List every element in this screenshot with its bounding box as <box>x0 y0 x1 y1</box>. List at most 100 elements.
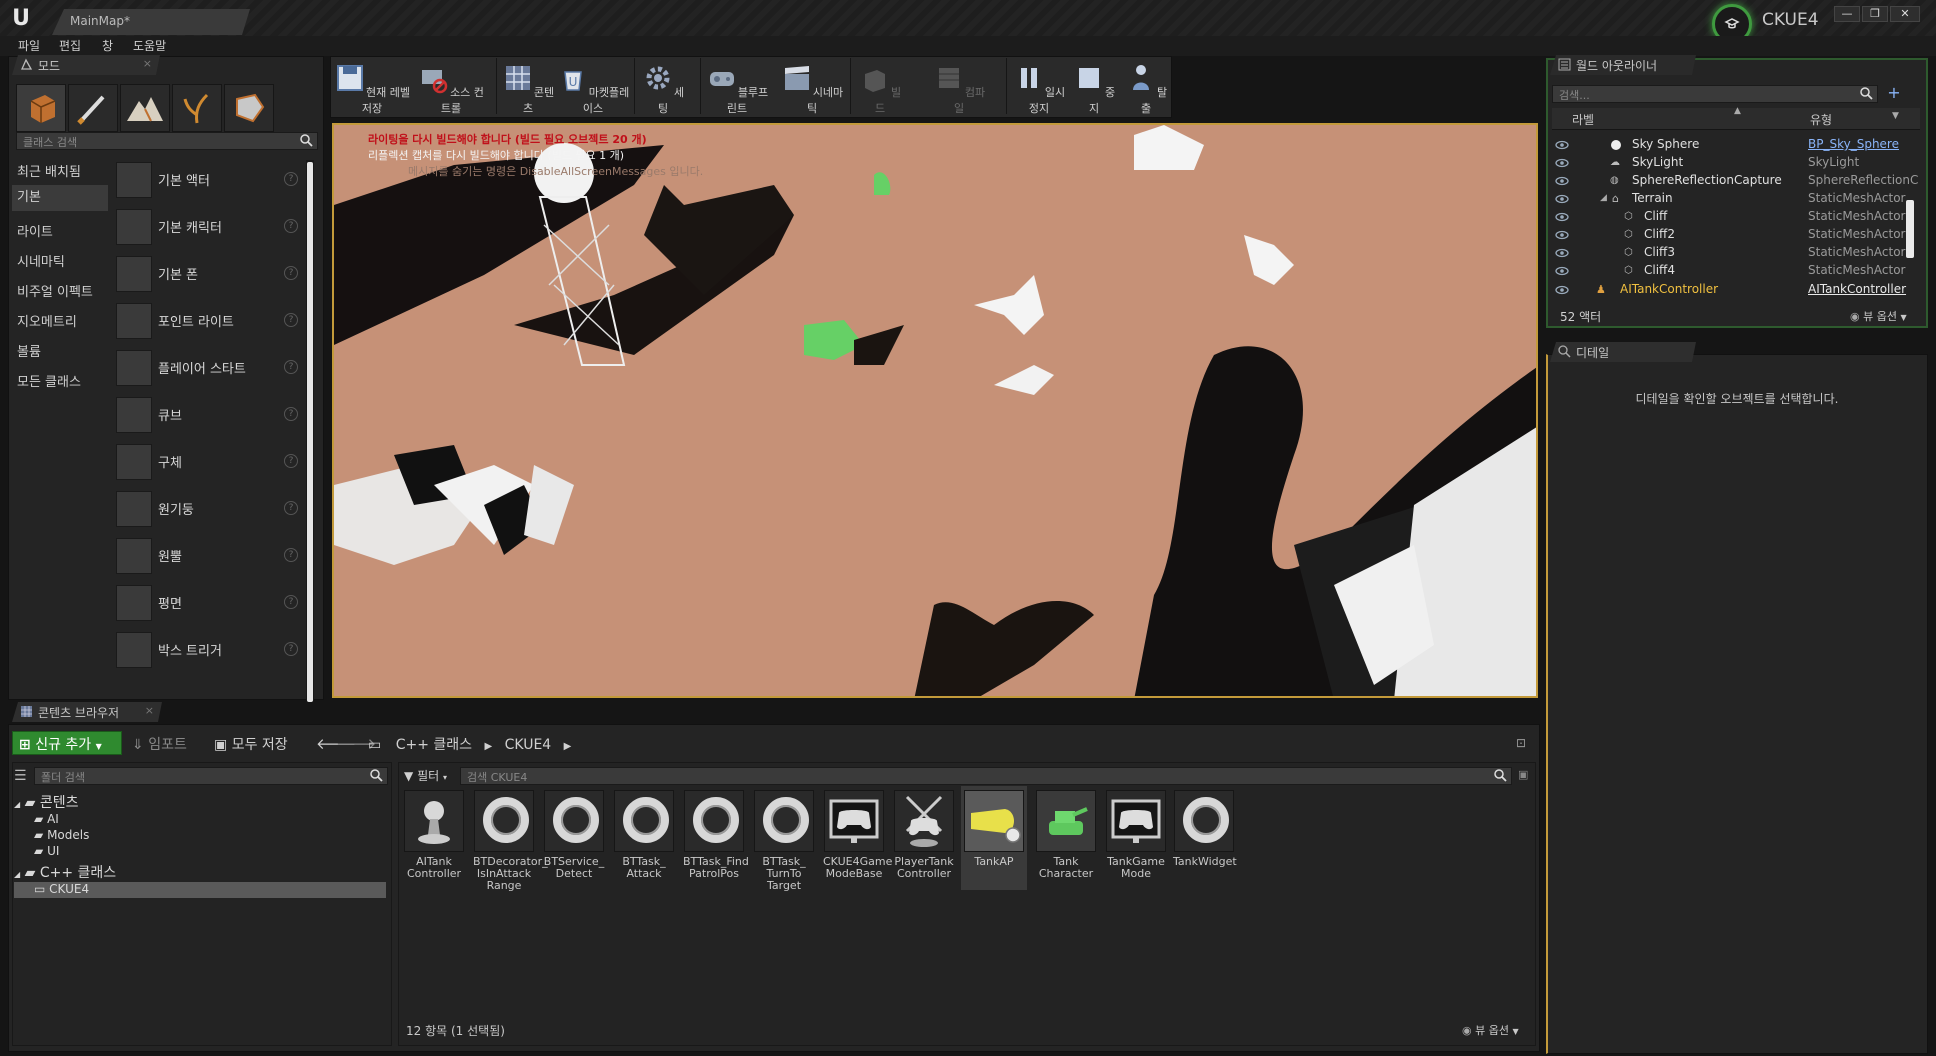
menu-help[interactable]: 도움말 <box>133 37 166 54</box>
build-button[interactable]: 빌드 <box>854 58 906 116</box>
asset-tile-btservice-detect[interactable]: BTService_ Detect <box>543 790 605 880</box>
help-icon[interactable]: ? <box>284 548 298 562</box>
help-icon[interactable]: ? <box>284 454 298 468</box>
outliner-row[interactable]: ⬡ Cliff2 StaticMeshActor <box>1552 227 1916 245</box>
place-item-cylinder[interactable]: 원기둥? <box>116 485 304 531</box>
help-icon[interactable]: ? <box>284 172 298 186</box>
content-button[interactable]: 콘텐츠 <box>500 58 556 116</box>
breadcrumb-ckue4[interactable]: CKUE4 <box>505 737 552 753</box>
tree-item-content[interactable]: ◢ ▰ 콘텐츠 <box>14 792 78 812</box>
eye-icon[interactable] <box>1555 158 1569 168</box>
chevron-down-icon[interactable]: ▼ <box>1892 111 1899 121</box>
outliner-row[interactable]: ☁ SkyLight SkyLight <box>1552 155 1916 173</box>
help-icon[interactable]: ? <box>284 313 298 327</box>
source-control-button[interactable]: 소스 컨트롤 <box>414 58 488 116</box>
landscape-mode-icon[interactable] <box>120 84 170 132</box>
place-item-cone[interactable]: 원뿔? <box>116 532 304 578</box>
asset-tile-bttask-findpatrolpos[interactable]: BTTask_Find PatrolPos <box>683 790 749 880</box>
outliner-row[interactable]: ♟ AITankController AITankController <box>1552 282 1916 300</box>
col-type-header[interactable]: 유형 <box>1810 111 1832 128</box>
save-all-button[interactable]: ▣ 모두 저장 <box>214 734 288 754</box>
foliage-mode-icon[interactable] <box>172 84 222 132</box>
category-volumes[interactable]: 볼륨 <box>17 341 41 360</box>
asset-tile-btdecorator[interactable]: BTDecorator_ IsInAttack Range <box>473 790 548 892</box>
outliner-view-options[interactable]: ◉ 뷰 옵션 ▼ <box>1850 308 1907 324</box>
help-icon[interactable]: ? <box>284 595 298 609</box>
place-item-character[interactable]: 기본 캐릭터? <box>116 203 304 249</box>
tab-content-browser[interactable]: 콘텐츠 브라우저 × <box>12 702 162 722</box>
eye-icon[interactable] <box>1555 266 1569 276</box>
eye-icon[interactable] <box>1555 140 1569 150</box>
eye-icon[interactable] <box>1555 248 1569 258</box>
outliner-row[interactable]: Sky Sphere BP_Sky_Sphere <box>1552 137 1916 155</box>
stop-button[interactable]: 중지 <box>1070 58 1118 116</box>
eye-icon[interactable] <box>1555 230 1569 240</box>
geometry-mode-icon[interactable] <box>224 84 274 132</box>
place-mode-icon[interactable] <box>16 84 66 132</box>
tree-toggle-icon[interactable]: ☰ <box>14 768 27 784</box>
eject-button[interactable]: 탈출 <box>1122 58 1170 116</box>
compile-button[interactable]: 컴파일 <box>928 58 990 116</box>
asset-tile-tankwidget[interactable]: TankWidget <box>1173 790 1237 868</box>
category-visual-effects[interactable]: 비주얼 이펙트 <box>17 281 93 300</box>
asset-tile-playertank-controller[interactable]: PlayerTank Controller <box>893 790 955 880</box>
place-item-point-light[interactable]: 포인트 라이트? <box>116 297 304 343</box>
breadcrumb-cpp-classes[interactable]: C++ 클래스 <box>396 737 472 753</box>
level-viewport[interactable]: 라이팅을 다시 빌드해야 합니다 (빌드 필요 오브젝트 20 개) 리플렉션 … <box>332 123 1538 698</box>
category-recent[interactable]: 최근 배치됨 <box>17 161 81 180</box>
asset-tile-tankap[interactable]: TankAP <box>961 786 1027 890</box>
eye-icon[interactable] <box>1555 176 1569 186</box>
eye-icon[interactable] <box>1555 194 1569 204</box>
asset-tile-tank-character[interactable]: Tank Character <box>1035 790 1097 880</box>
help-icon[interactable]: ? <box>284 266 298 280</box>
menu-window[interactable]: 창 <box>102 37 113 54</box>
outliner-scrollbar[interactable] <box>1906 200 1914 258</box>
restore-button[interactable]: ❐ <box>1862 6 1888 22</box>
save-search-icon[interactable]: ▣ <box>1518 768 1528 781</box>
outliner-row[interactable]: ⬡ Cliff4 StaticMeshActor <box>1552 263 1916 281</box>
help-icon[interactable]: ? <box>284 407 298 421</box>
filter-button[interactable]: ▼ 필터 ▾ <box>404 767 447 784</box>
outliner-row[interactable]: ◢ ⌂ Terrain StaticMeshActor <box>1552 191 1916 209</box>
col-label-header[interactable]: 라벨 <box>1572 111 1594 128</box>
category-all-classes[interactable]: 모든 클래스 <box>17 371 81 390</box>
menu-file[interactable]: 파일 <box>18 37 40 54</box>
eye-icon[interactable] <box>1555 212 1569 222</box>
outliner-row[interactable]: ⬡ Cliff3 StaticMeshActor <box>1552 245 1916 263</box>
tree-item-models[interactable]: ▰ Models <box>34 828 89 842</box>
expand-arrow-icon[interactable]: ◢ <box>1600 193 1607 203</box>
tab-modes[interactable]: 모드 × <box>12 55 160 75</box>
cinematics-button[interactable]: 시네마틱 <box>778 58 846 116</box>
asset-tile-bttask-attack[interactable]: BTTask_ Attack <box>613 790 675 880</box>
import-button[interactable]: ⇓ 임포트 <box>132 734 187 754</box>
help-icon[interactable]: ? <box>284 501 298 515</box>
asset-tile-bttask-turntotarget[interactable]: BTTask_ TurnTo Target <box>753 790 815 892</box>
paint-mode-icon[interactable] <box>68 84 118 132</box>
close-icon[interactable]: × <box>145 704 154 717</box>
add-new-button[interactable]: ⊞ 신규 추가 ▼ <box>12 731 122 755</box>
settings-button[interactable]: 세팅 <box>638 58 688 116</box>
place-item-cube[interactable]: 큐브? <box>116 391 304 437</box>
place-item-plane[interactable]: 평면? <box>116 579 304 625</box>
minimize-button[interactable]: — <box>1834 6 1860 22</box>
category-cinematic[interactable]: 시네마틱 <box>17 251 65 270</box>
save-level-button[interactable]: 현재 레벨 저장 <box>334 58 410 116</box>
place-item-sphere[interactable]: 구체? <box>116 438 304 484</box>
close-window-button[interactable]: ✕ <box>1890 6 1920 22</box>
place-item-pawn[interactable]: 기본 폰? <box>116 250 304 296</box>
modes-scrollbar[interactable] <box>306 160 314 702</box>
category-lights[interactable]: 라이트 <box>17 221 53 240</box>
close-icon[interactable]: × <box>143 57 152 70</box>
outliner-row[interactable]: ⬡ Cliff StaticMeshActor <box>1552 209 1916 227</box>
marketplace-button[interactable]: U 마켓플레이스 <box>556 58 630 116</box>
category-geometry[interactable]: 지오메트리 <box>17 311 77 330</box>
lock-icon[interactable]: ⊡ <box>1516 736 1526 750</box>
asset-tile-aitank-controller[interactable]: AITank Controller <box>403 790 465 880</box>
add-folder-icon[interactable]: + <box>1884 85 1904 103</box>
asset-tile-ckue4-gamemodebase[interactable]: CKUE4Game ModeBase <box>823 790 892 880</box>
place-item-actor[interactable]: 기본 액터? <box>116 156 304 202</box>
tree-item-ai[interactable]: ▰ AI <box>34 812 59 826</box>
tab-details[interactable]: 디테일 <box>1550 342 1696 362</box>
asset-tile-tankgame-mode[interactable]: TankGame Mode <box>1105 790 1167 880</box>
tree-item-cpp-classes[interactable]: ◢ ▰ C++ 클래스 <box>14 862 116 882</box>
